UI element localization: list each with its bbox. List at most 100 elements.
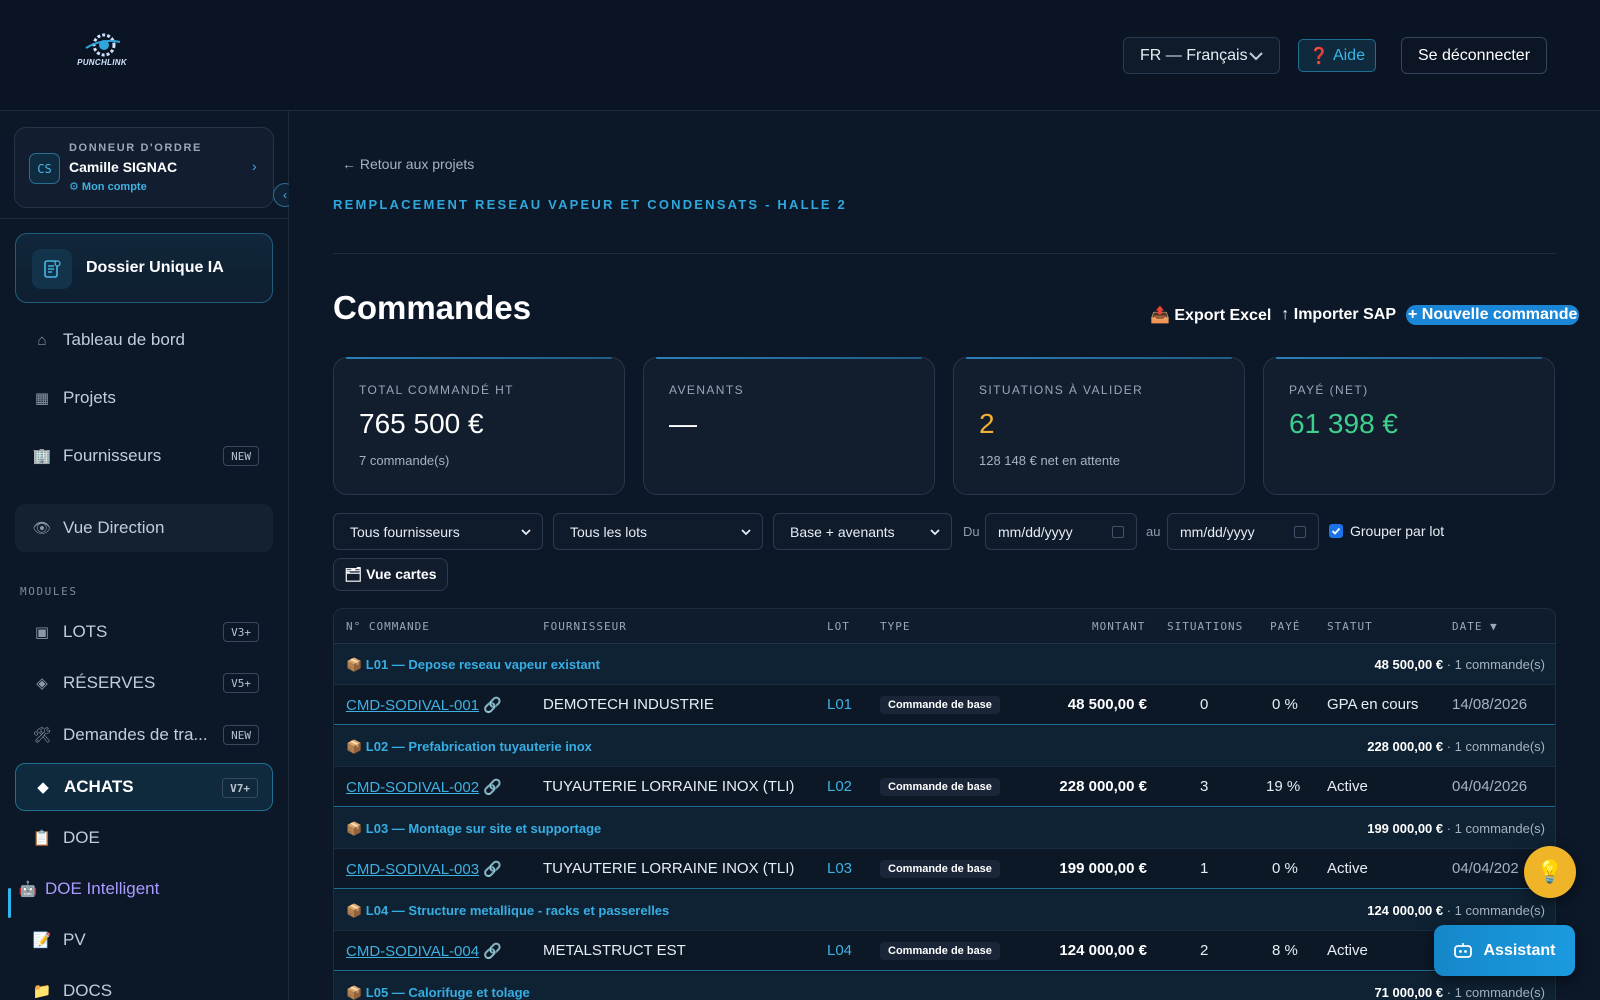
tools-icon: 🛠 <box>32 727 52 744</box>
date-to-placeholder: mm/dd/yyyy <box>1180 523 1255 540</box>
dossier-unique-ia-button[interactable]: Dossier Unique IA <box>15 233 273 303</box>
check-icon <box>1331 527 1341 535</box>
sidebar-item-doe[interactable]: 📋 DOE <box>15 814 273 862</box>
lot-group-count: · 1 commande(s) <box>1443 739 1545 754</box>
export-excel-button[interactable]: 📤 Export Excel <box>1150 305 1271 325</box>
column-header-statut[interactable]: STATUT <box>1327 620 1373 633</box>
date-from-input[interactable]: mm/dd/yyyy <box>985 513 1137 550</box>
column-header-paye[interactable]: PAYÉ <box>1270 620 1301 633</box>
sidebar-item-demandes-de-travaux[interactable]: 🛠 Demandes de tra... NEW <box>15 711 273 759</box>
diamond-outline-icon: ◈ <box>36 675 48 692</box>
group-by-lot-label: Grouper par lot <box>1350 523 1445 539</box>
dossier-unique-ia-label: Dossier Unique IA <box>86 259 224 276</box>
lot-group-row[interactable]: 📦 L05 — Calorifuge et tolage 71 000,00 €… <box>334 972 1555 1000</box>
logo-text: PUNCHLINK <box>77 58 127 67</box>
lot-link[interactable]: L01 <box>827 696 852 713</box>
order-link[interactable]: CMD-SODIVAL-003 <box>346 861 479 878</box>
new-order-button[interactable]: + Nouvelle commande <box>1405 305 1580 325</box>
lot-filter-select[interactable]: Tous les lots <box>553 513 763 550</box>
situations-cell: 3 <box>1200 778 1209 795</box>
lot-group-amount: 124 000,00 € <box>1367 903 1444 918</box>
scope-filter-select[interactable]: Base + avenants <box>773 513 952 550</box>
column-header-numero[interactable]: N° COMMANDE <box>346 620 430 633</box>
table-row[interactable]: CMD-SODIVAL-003 🔗 TUYAUTERIE LORRAINE IN… <box>334 849 1555 889</box>
table-row[interactable]: CMD-SODIVAL-002 🔗 TUYAUTERIE LORRAINE IN… <box>334 767 1555 807</box>
lot-group-amount: 71 000,00 € <box>1374 985 1444 1000</box>
date-to-input[interactable]: mm/dd/yyyy <box>1167 513 1319 550</box>
help-button[interactable]: ❓ Aide <box>1298 39 1376 72</box>
supplier-filter-select[interactable]: Tous fournisseurs <box>333 513 543 550</box>
gear-logo-icon <box>85 33 121 57</box>
sidebar-item-lots[interactable]: ▣ LOTS V3+ <box>15 608 273 656</box>
diamond-icon: ◆ <box>37 779 49 796</box>
account-card[interactable]: CS DONNEUR D'ORDRE Camille SIGNAC ⚙ Mon … <box>14 127 274 208</box>
column-header-fournisseur[interactable]: FOURNISSEUR <box>543 620 627 633</box>
tips-button[interactable]: 💡 <box>1524 846 1576 898</box>
sidebar-item-label: Demandes de tra... <box>63 725 208 744</box>
eye-icon: 👁 <box>32 520 52 537</box>
sidebar-item-fournisseurs[interactable]: 🏢 Fournisseurs NEW <box>15 432 273 480</box>
account-role: DONNEUR D'ORDRE <box>69 142 202 154</box>
language-select[interactable]: FR — Français <box>1123 37 1280 74</box>
sidebar-item-docs[interactable]: 📁 DOCS <box>15 967 273 1000</box>
lot-link[interactable]: L02 <box>827 778 852 795</box>
lot-group-amount: 48 500,00 € <box>1374 657 1444 672</box>
chevron-down-icon <box>741 529 751 536</box>
language-value: FR — Français <box>1140 46 1248 64</box>
sidebar-item-reserves[interactable]: ◈ RÉSERVES V5+ <box>15 659 273 707</box>
sidebar-item-tableau-de-bord[interactable]: ⌂ Tableau de bord <box>15 316 273 364</box>
group-by-lot-checkbox[interactable] <box>1329 524 1343 538</box>
lot-group-amount: 228 000,00 € <box>1367 739 1444 754</box>
import-sap-button[interactable]: ↑ Importer SAP <box>1281 306 1396 324</box>
sidebar-item-projets[interactable]: ▦ Projets <box>15 374 273 422</box>
kpi-value: 765 500 € <box>359 408 484 439</box>
order-link[interactable]: CMD-SODIVAL-004 <box>346 943 479 960</box>
version-badge: V5+ <box>223 673 259 693</box>
table-row[interactable]: CMD-SODIVAL-004 🔗 METALSTRUCT EST L04 Co… <box>334 931 1555 971</box>
assistant-button[interactable]: Assistant <box>1434 925 1575 976</box>
column-header-type[interactable]: TYPE <box>880 620 911 633</box>
new-badge: NEW <box>223 725 259 745</box>
paid-cell: 0 % <box>1272 860 1298 877</box>
table-header: N° COMMANDE FOURNISSEUR LOT TYPE MONTANT… <box>334 609 1555 644</box>
sidebar-item-pv[interactable]: 📝 PV <box>15 916 273 964</box>
supplier-cell: TUYAUTERIE LORRAINE INOX (TLI) <box>543 778 795 795</box>
column-header-lot[interactable]: LOT <box>827 620 850 633</box>
column-header-date[interactable]: DATE ▼ <box>1452 620 1498 633</box>
robot-chat-icon <box>1454 942 1473 958</box>
building-icon: 🏢 <box>32 448 52 465</box>
grid-icon: ▦ <box>34 390 50 407</box>
status-cell: Active <box>1327 942 1368 959</box>
amount-cell: 228 000,00 € <box>1059 778 1147 795</box>
lot-group-count: · 1 commande(s) <box>1443 821 1545 836</box>
home-icon: ⌂ <box>37 331 47 349</box>
lot-link[interactable]: L04 <box>827 942 852 959</box>
page-actions: 📤 Export Excel ↑ Importer SAP + Nouvelle… <box>1150 304 1580 326</box>
lot-group-total: 124 000,00 € · 1 commande(s) <box>1367 903 1545 918</box>
card-view-button[interactable]: 🗂 Vue cartes <box>333 558 448 591</box>
lot-group-row[interactable]: 📦 L02 — Prefabrication tuyauterie inox 2… <box>334 726 1555 767</box>
table-row[interactable]: CMD-SODIVAL-001 🔗 DEMOTECH INDUSTRIE L01… <box>334 685 1555 725</box>
my-account-link[interactable]: ⚙ Mon compte <box>69 180 147 193</box>
column-header-montant[interactable]: MONTANT <box>1092 620 1145 633</box>
back-to-projects-link[interactable]: ← Retour aux projets <box>342 156 474 172</box>
lot-group-title: 📦 L04 — Structure metallique - racks et … <box>346 903 670 918</box>
column-header-situations[interactable]: SITUATIONS <box>1167 620 1243 633</box>
order-link[interactable]: CMD-SODIVAL-001 <box>346 697 479 714</box>
folder-icon: 📁 <box>32 983 52 1000</box>
sidebar-item-label: ACHATS <box>64 777 134 796</box>
order-link[interactable]: CMD-SODIVAL-002 <box>346 779 479 796</box>
sidebar-item-vue-direction[interactable]: 👁 Vue Direction <box>15 504 273 552</box>
link-icon: 🔗 <box>483 697 502 714</box>
supplier-cell: METALSTRUCT EST <box>543 942 686 959</box>
punchlink-logo[interactable]: PUNCHLINK <box>72 30 132 72</box>
sidebar-item-achats[interactable]: ◆ ACHATS V7+ <box>15 763 273 811</box>
lot-link[interactable]: L03 <box>827 860 852 877</box>
logout-button[interactable]: Se déconnecter <box>1401 37 1547 74</box>
lot-group-row[interactable]: 📦 L03 — Montage sur site et supportage 1… <box>334 808 1555 849</box>
sidebar-item-doe-intelligent[interactable]: 🤖 DOE Intelligent <box>15 865 273 913</box>
lot-group-row[interactable]: 📦 L01 — Depose reseau vapeur existant 48… <box>334 644 1555 685</box>
document-ai-icon <box>32 249 72 289</box>
project-title: REMPLACEMENT RESEAU VAPEUR ET CONDENSATS… <box>333 197 847 212</box>
lot-group-row[interactable]: 📦 L04 — Structure metallique - racks et … <box>334 890 1555 931</box>
